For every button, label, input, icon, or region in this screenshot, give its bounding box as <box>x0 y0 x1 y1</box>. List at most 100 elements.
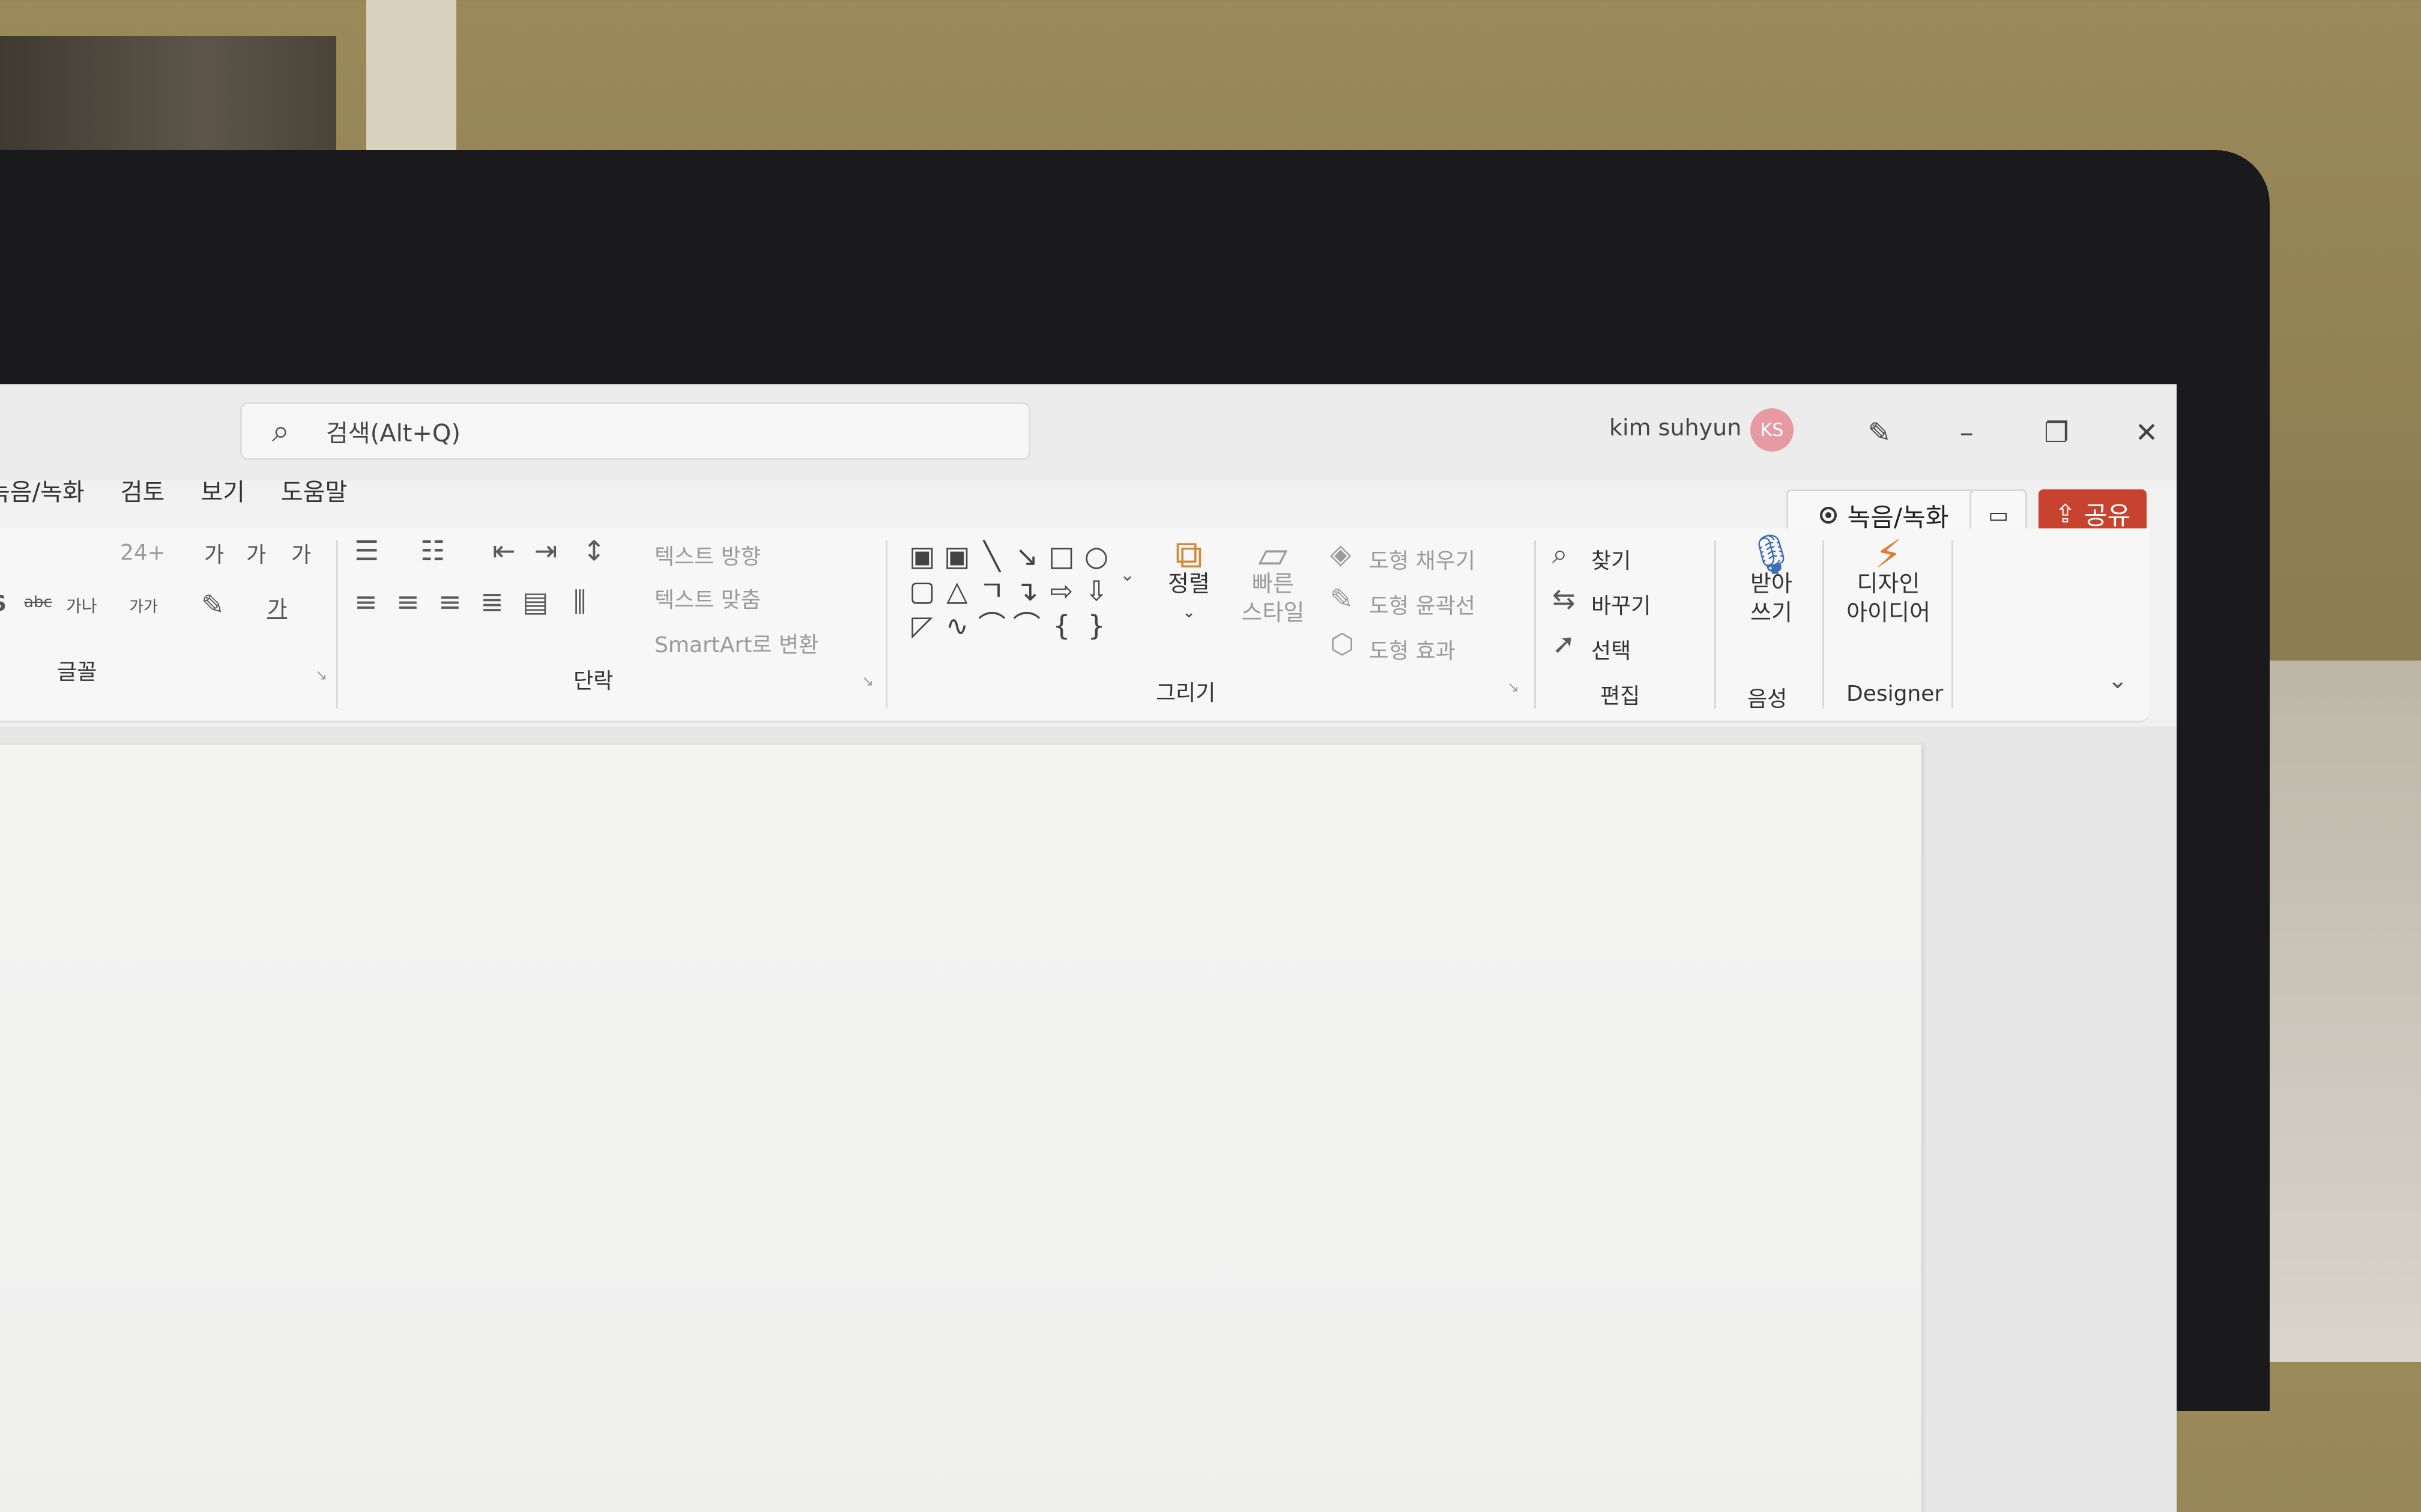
arrange-button[interactable]: ⧉ 정렬 ⌄ <box>1162 533 1216 627</box>
strike-button[interactable]: abc <box>24 593 52 611</box>
monitor-bezel: ⌕ 검색(Alt+Q) kim suhyun KS ✎ – ❐ ✕ 녹음/녹화 … <box>0 150 2270 1512</box>
record-icon <box>1819 507 1837 524</box>
divider <box>1822 540 1824 709</box>
user-name[interactable]: kim suhyun <box>1609 414 1741 441</box>
menu-view[interactable]: 보기 <box>201 465 245 519</box>
restore-icon[interactable]: ❐ <box>2033 408 2081 456</box>
dictate-button[interactable]: 🎙 받아 쓰기 <box>1735 536 1807 627</box>
drawing-launcher-icon[interactable]: ↘ <box>1507 679 1519 695</box>
quick-styles-button[interactable]: ▱ 빠른 스타일 <box>1231 533 1315 627</box>
replace-icon: ⇆ <box>1552 582 1576 615</box>
find-icon: ⌕ <box>1552 537 1568 570</box>
gallery-more-icon[interactable]: ⌄ <box>1120 564 1135 585</box>
design-ideas-line1: 디자인 <box>1857 570 1920 597</box>
justify-icon[interactable]: ≣ <box>480 585 504 618</box>
font-color-button[interactable]: 가 <box>267 591 287 623</box>
ribbon: 24+ 가 가 가 S abc 가나 가가 ✎ 가 글꼴 ↘ ☰ ☷ ⇤ ⇥ ↕… <box>0 528 2150 723</box>
align-center-icon[interactable]: ≡ <box>396 585 420 618</box>
select-button[interactable]: 선택 <box>1591 634 1631 665</box>
align-left-icon[interactable]: ≡ <box>354 585 378 618</box>
menu-record[interactable]: 녹음/녹화 <box>0 465 85 519</box>
minimize-icon[interactable]: – <box>1942 408 1990 456</box>
grow-font-button[interactable]: 가 <box>204 537 224 569</box>
select-cursor-icon: ➚ <box>1552 627 1576 660</box>
menu-review[interactable]: 검토 <box>121 465 165 519</box>
shadow-button[interactable]: S <box>0 591 7 616</box>
highlight-icon[interactable]: ✎ <box>201 588 225 621</box>
decrease-indent-icon[interactable]: ⇤ <box>492 534 516 567</box>
numbering-icon[interactable]: ☷ <box>420 534 445 567</box>
align-right-icon[interactable]: ≡ <box>438 585 462 618</box>
designer-group-label: Designer <box>1846 682 1944 706</box>
editor-area <box>0 727 2177 1512</box>
case-button[interactable]: 가가 <box>129 594 158 617</box>
distribute-icon[interactable]: ▤ <box>522 585 548 618</box>
search-icon: ⌕ <box>272 413 290 449</box>
rectangle-shape-icon[interactable]: □ <box>1046 540 1077 572</box>
arrow-line-shape-icon[interactable]: ↘ <box>1011 540 1042 572</box>
clear-format-button[interactable]: 가 <box>291 537 311 569</box>
vertical-textbox-shape-icon[interactable]: ▣ <box>942 540 973 572</box>
scribble-shape-icon[interactable]: ∿ <box>942 610 973 641</box>
arrange-label: 정렬 <box>1168 570 1210 597</box>
text-direction-button[interactable]: 텍스트 방향 <box>654 539 761 570</box>
shape-outline-button[interactable]: 도형 윤곽선 <box>1369 588 1475 620</box>
designer-icon: ⚡ <box>1875 533 1902 577</box>
search-placeholder: 검색(Alt+Q) <box>326 420 461 447</box>
pen-icon[interactable]: ✎ <box>1855 408 1903 456</box>
divider <box>1951 540 1953 709</box>
smartart-button[interactable]: SmartArt로 변환 <box>654 627 818 659</box>
shape-fill-button[interactable]: 도형 채우기 <box>1369 543 1475 575</box>
search-box[interactable]: ⌕ 검색(Alt+Q) <box>240 402 1030 460</box>
drawing-group-label: 그리기 <box>1156 681 1216 706</box>
comment-icon: ▭ <box>1987 503 2008 528</box>
left-brace-shape-icon[interactable]: { <box>1046 610 1077 641</box>
arrange-icon: ⧉ <box>1175 533 1203 577</box>
design-ideas-button[interactable]: ⚡ 디자인 아이디어 <box>1837 533 1939 627</box>
background-card <box>366 0 456 156</box>
increase-indent-icon[interactable]: ⇥ <box>534 534 558 567</box>
line-spacing-icon[interactable]: ↕ <box>582 534 606 567</box>
shape-effects-button[interactable]: 도형 효과 <box>1369 634 1455 665</box>
align-text-button[interactable]: 텍스트 맞춤 <box>654 582 761 614</box>
replace-button[interactable]: 바꾸기 <box>1591 588 1651 620</box>
editing-group-label: 편집 <box>1600 684 1640 709</box>
background-books <box>0 36 336 150</box>
elbow-connector-shape-icon[interactable]: ↴ <box>1011 575 1042 606</box>
oval-shape-icon[interactable]: ○ <box>1081 540 1112 572</box>
triangle-shape-icon[interactable]: △ <box>942 575 973 606</box>
divider <box>886 540 887 709</box>
paragraph-group-label: 단락 <box>573 669 614 694</box>
quick-styles-line1: 빠른 <box>1252 570 1294 597</box>
divider <box>1534 540 1536 709</box>
connector-shape-icon[interactable]: ㄱ <box>976 575 1008 606</box>
textbox-shape-icon[interactable]: ▣ <box>907 540 938 572</box>
freeform-shape-icon[interactable]: ◸ <box>907 610 938 641</box>
bullets-icon[interactable]: ☰ <box>354 534 379 567</box>
close-icon[interactable]: ✕ <box>2123 408 2171 456</box>
menu-help[interactable]: 도움말 <box>281 465 347 519</box>
dictate-line1: 받아 <box>1750 570 1792 597</box>
quick-styles-line2: 스타일 <box>1241 599 1305 626</box>
line-shape-icon[interactable]: ╲ <box>976 540 1008 572</box>
paragraph-launcher-icon[interactable]: ↘ <box>862 673 874 689</box>
rounded-rect-shape-icon[interactable]: ▢ <box>907 575 938 606</box>
font-size-box[interactable]: 24+ <box>120 540 166 565</box>
slide-canvas[interactable] <box>0 745 1921 1512</box>
spacing-button[interactable]: 가나 <box>66 593 97 617</box>
right-brace-shape-icon[interactable]: } <box>1081 610 1112 641</box>
quick-styles-icon: ▱ <box>1258 533 1288 577</box>
right-arrow-shape-icon[interactable]: ⇨ <box>1046 575 1077 606</box>
avatar[interactable]: KS <box>1750 408 1794 452</box>
font-launcher-icon[interactable]: ↘ <box>315 667 327 683</box>
down-arrow-shape-icon[interactable]: ⇩ <box>1081 575 1112 606</box>
columns-icon[interactable]: ⫼ <box>573 585 586 619</box>
curve-shape-icon[interactable]: ⌒ <box>1011 610 1042 641</box>
shrink-font-button[interactable]: 가 <box>246 537 266 569</box>
arc-shape-icon[interactable]: ⌒ <box>976 610 1008 641</box>
find-button[interactable]: 찾기 <box>1591 543 1631 575</box>
share-label: 공유 <box>2084 500 2131 530</box>
shape-effects-icon: ⬡ <box>1330 627 1355 660</box>
collapse-ribbon-icon[interactable]: ⌄ <box>2108 667 2128 694</box>
background-desk <box>2253 661 2421 1362</box>
